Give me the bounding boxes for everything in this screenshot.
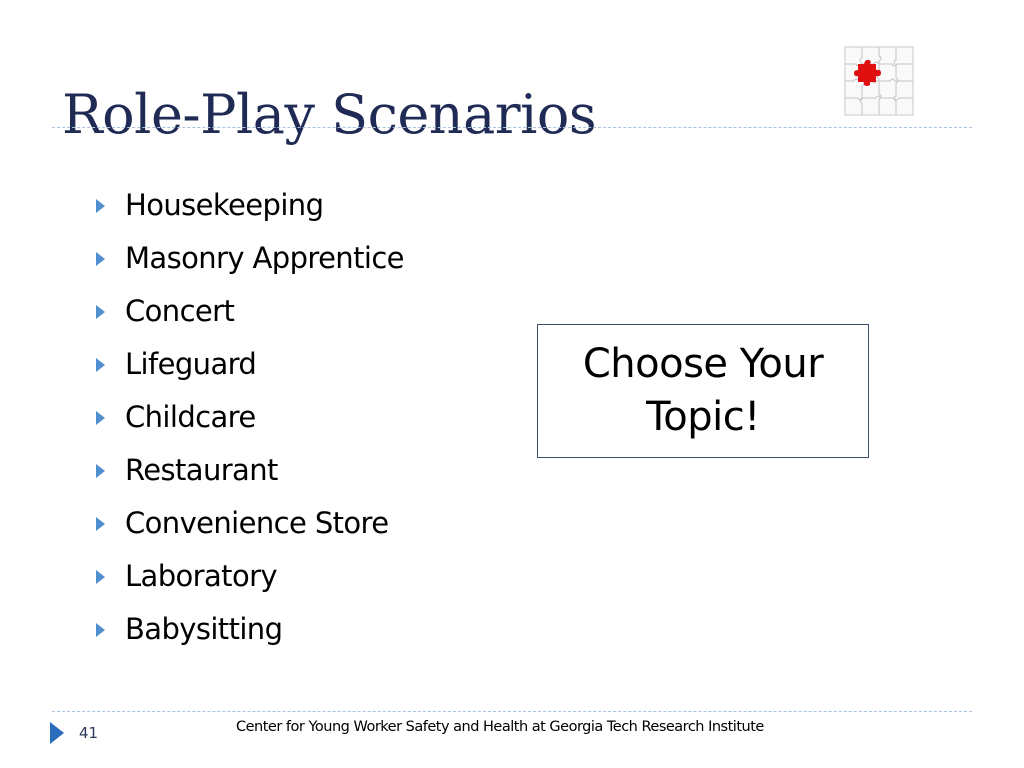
callout-text: Choose Your Topic! <box>582 340 824 440</box>
list-item-label: Housekeeping <box>125 187 324 222</box>
footer-text: Center for Young Worker Safety and Healt… <box>236 719 764 735</box>
triangle-bullet-icon <box>96 622 105 637</box>
list-item-label: Concert <box>125 293 235 328</box>
triangle-bullet-icon <box>96 198 105 213</box>
triangle-bullet-icon <box>96 304 105 319</box>
slide-title: Role-Play Scenarios <box>62 83 597 147</box>
list-item-label: Babysitting <box>125 611 283 646</box>
list-item-label: Masonry Apprentice <box>125 240 405 275</box>
triangle-bullet-icon <box>96 357 105 372</box>
list-item: Restaurant <box>96 443 404 496</box>
list-item: Housekeeping <box>96 178 404 231</box>
puzzle-icon <box>844 46 914 116</box>
triangle-bullet-icon <box>96 516 105 531</box>
list-item: Convenience Store <box>96 496 404 549</box>
list-item: Laboratory <box>96 549 404 602</box>
list-item-label: Lifeguard <box>125 346 257 381</box>
triangle-bullet-icon <box>96 251 105 266</box>
list-item: Babysitting <box>96 602 404 655</box>
scenario-list: Housekeeping Masonry Apprentice Concert … <box>96 178 405 655</box>
title-divider <box>52 127 972 128</box>
list-item-label: Restaurant <box>125 452 278 487</box>
list-item: Masonry Apprentice <box>96 231 405 284</box>
triangle-bullet-icon <box>96 410 105 425</box>
list-item-label: Convenience Store <box>125 505 389 540</box>
triangle-bullet-icon <box>96 463 105 478</box>
triangle-bullet-icon <box>96 569 105 584</box>
page-number: 41 <box>79 724 99 742</box>
choose-topic-callout: Choose Your Topic! <box>537 324 869 458</box>
list-item: Concert <box>96 284 404 337</box>
list-item: Childcare <box>96 390 404 443</box>
list-item: Lifeguard <box>96 337 404 390</box>
list-item-label: Childcare <box>125 399 256 434</box>
footer-arrow-icon <box>50 722 64 744</box>
footer-divider <box>52 711 972 712</box>
list-item-label: Laboratory <box>125 558 278 593</box>
